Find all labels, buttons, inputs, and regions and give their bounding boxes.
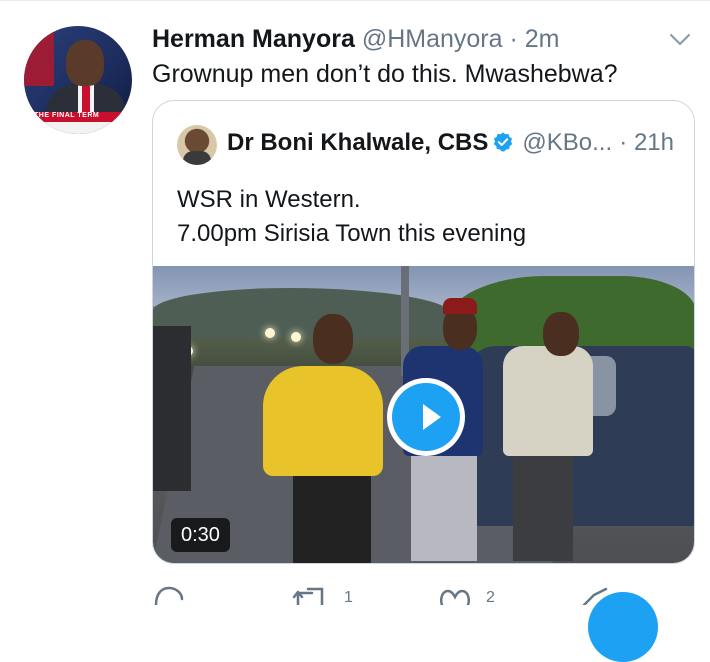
tweet-header: Herman Manyora @HManyora · 2m [152, 24, 690, 54]
quoted-author-name: Dr Boni Khalwale, CBS [227, 129, 489, 156]
quoted-author-avatar [177, 125, 217, 165]
retweet-icon [292, 587, 324, 605]
quoted-tweet-text: WSR in Western. 7.00pm Sirisia Town this… [177, 183, 526, 251]
author-handle[interactable]: @HManyora [362, 25, 503, 53]
author-name[interactable]: Herman Manyora [152, 25, 355, 53]
quoted-time-value: 21h [633, 129, 674, 156]
tweet-text: Grownup men don’t do this. Mwashebwa? [152, 60, 618, 88]
play-button[interactable] [387, 378, 465, 456]
video-duration-badge: 0:30 [171, 518, 230, 552]
quoted-tweet-time: · 21h [619, 127, 674, 159]
quoted-tweet-card[interactable]: Dr Boni Khalwale, CBS @KBo... · 21h WSR … [152, 100, 695, 564]
video-player[interactable]: 0:30 [153, 266, 694, 563]
tweet-time[interactable]: 2m [525, 25, 560, 53]
separator-dot: · [509, 25, 518, 53]
chevron-down-icon[interactable] [668, 28, 692, 52]
retweet-button[interactable]: 1 [292, 585, 353, 606]
play-icon [423, 404, 441, 430]
quoted-text-line-1: WSR in Western. [177, 186, 361, 213]
avatar-banner-text: THE FINAL TERM [34, 112, 100, 119]
quoted-author-handle: @KBo... [522, 129, 613, 156]
quoted-text-line-2: 7.00pm Sirisia Town this evening [177, 220, 527, 247]
like-icon [440, 589, 470, 605]
reply-button[interactable] [152, 585, 186, 605]
like-count: 2 [486, 589, 495, 606]
reply-icon [154, 586, 184, 605]
like-button[interactable]: 2 [438, 585, 495, 606]
retweet-count: 1 [344, 589, 353, 606]
author-avatar[interactable]: THE FINAL TERM [24, 26, 132, 134]
quoted-tweet-header: Dr Boni Khalwale, CBS @KBo... · 21h [227, 127, 674, 159]
verified-badge-icon [494, 132, 513, 152]
top-divider [0, 0, 710, 1]
quoted-separator-dot: · [619, 129, 628, 156]
